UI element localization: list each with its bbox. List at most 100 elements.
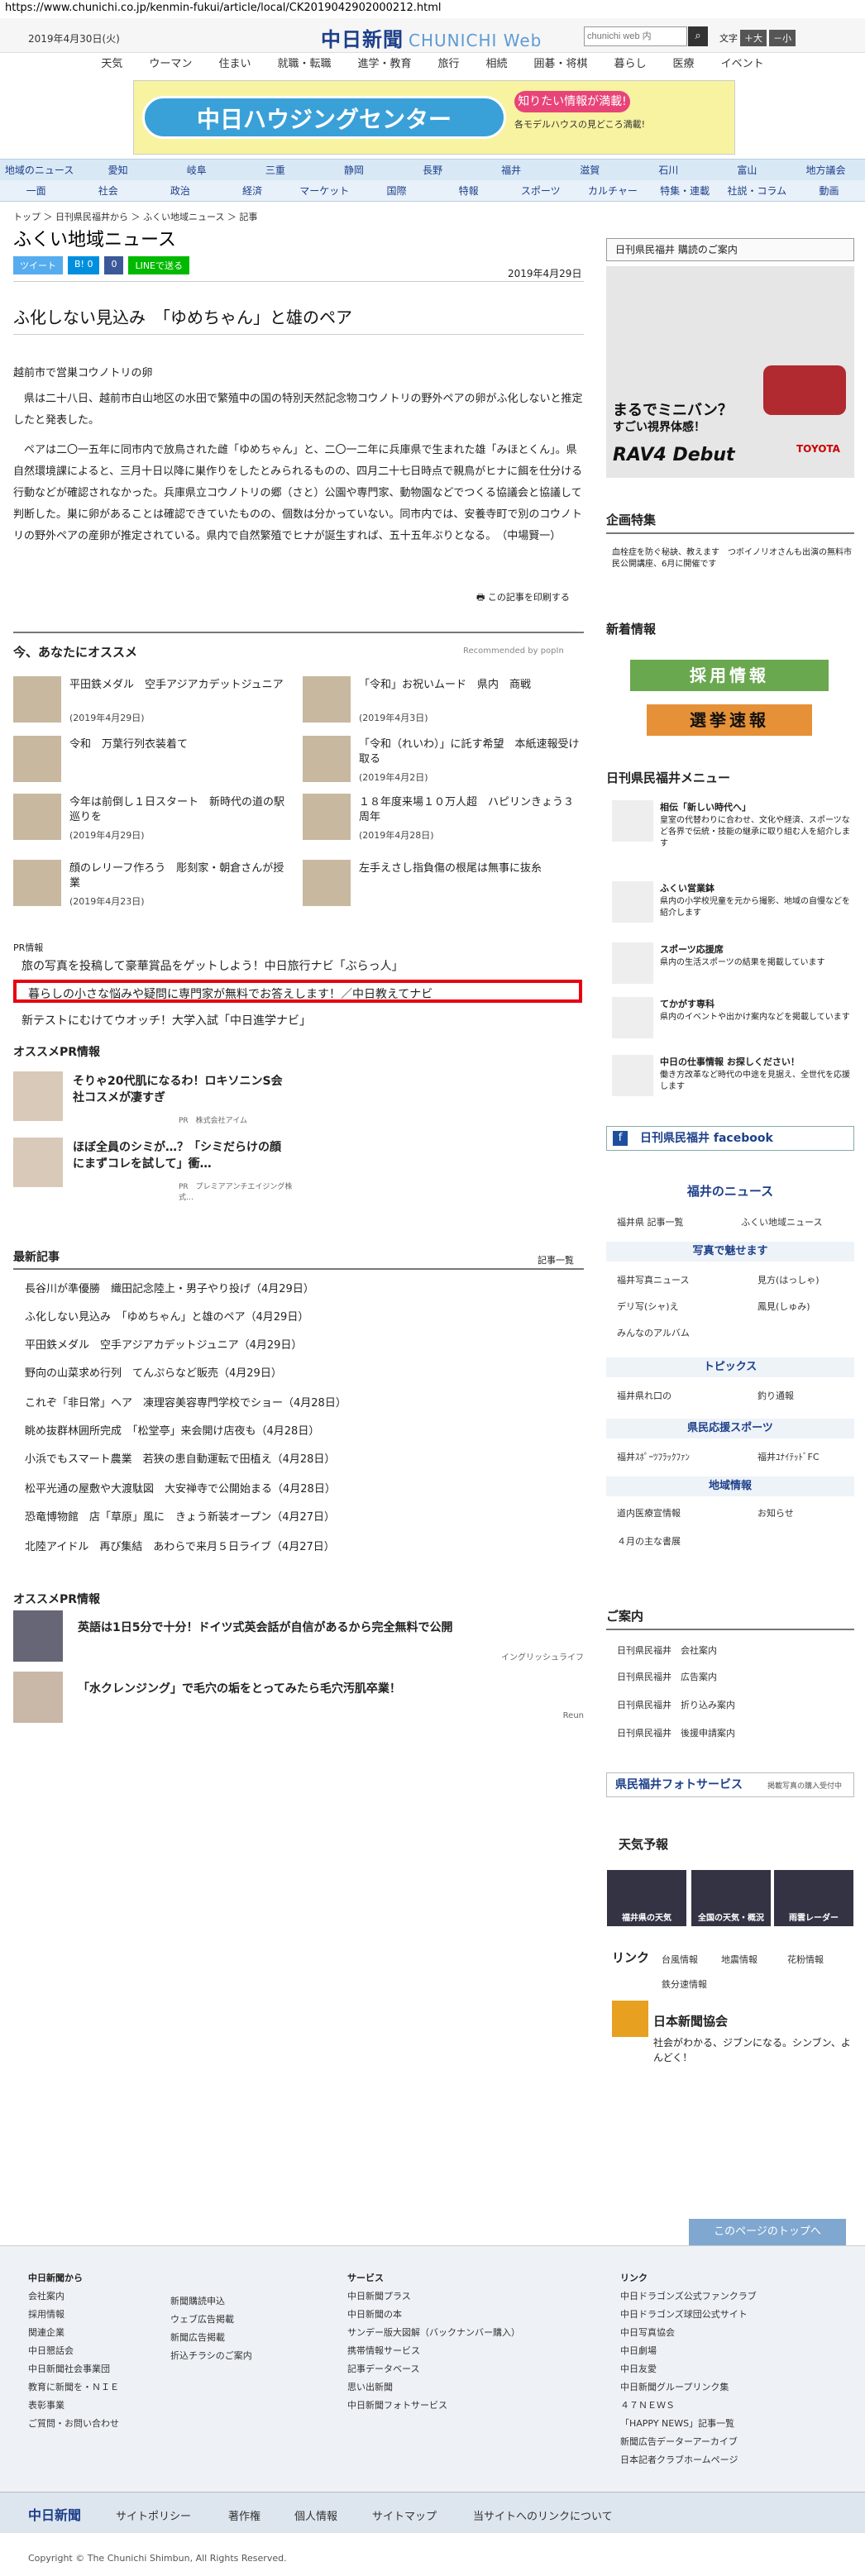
topnav-item[interactable]: 暮らし — [601, 53, 660, 73]
facebook-share-button[interactable]: 0 — [104, 256, 124, 274]
tweet-button[interactable]: ツイート — [13, 256, 63, 274]
print-link[interactable]: 🖶 この記事を印刷する — [476, 590, 570, 606]
category-item[interactable]: 特報 — [432, 180, 504, 201]
article-list-link[interactable]: 記事一覧 — [538, 1253, 574, 1267]
region-link[interactable]: お知らせ — [757, 1506, 794, 1519]
footer-link[interactable]: 記事データベース — [347, 2362, 419, 2375]
category-item[interactable]: 動画 — [793, 180, 865, 201]
menu-item[interactable]: 中日の仕事情報 お探しください！ 働き方改革など時代の中途を見据え、全世代を応援し… — [612, 1055, 852, 1104]
region-link[interactable]: 道内医療宣情報 — [617, 1506, 681, 1519]
topnav-item[interactable]: 医療 — [660, 53, 708, 73]
latest-item[interactable]: 野向の山菜求め行列 てんぷらなど販売（4月29日） — [25, 1364, 282, 1380]
footer-link[interactable]: 中日新聞の本 — [347, 2307, 402, 2321]
weather-national-link[interactable]: 全国の天気・概況 — [691, 1870, 771, 1926]
pollen-link[interactable]: 花粉情報 — [787, 1953, 824, 1966]
latest-item[interactable]: 平田鉄メダル 空手アジアカデットジュニア（4月29日） — [25, 1336, 302, 1352]
info-link[interactable]: 鉄分速情報 — [662, 1977, 707, 1991]
photo-link[interactable]: 福井写真ニュース — [617, 1273, 689, 1286]
category-item[interactable]: カルチャー — [576, 180, 648, 201]
footer-link[interactable]: 教育に新聞を・ＮＩＥ — [28, 2380, 119, 2393]
category-item[interactable]: マーケット — [289, 180, 361, 201]
footer-link[interactable]: 中日新聞フォトサービス — [347, 2398, 447, 2411]
footer-link[interactable]: 中日写真協会 — [620, 2326, 675, 2339]
footer-link[interactable]: 「HAPPY NEWS」記事一覧 — [620, 2416, 734, 2430]
fukui-link[interactable]: 福井県 記事一覧 — [617, 1215, 684, 1228]
region-link[interactable]: ４月の主な書展 — [617, 1534, 681, 1548]
footer-bar-link[interactable]: 個人情報 — [294, 2507, 337, 2523]
guide-link[interactable]: 日刊県民福井 後援申請案内 — [617, 1726, 735, 1739]
breadcrumb[interactable]: トップ ＞ 日刊県民福井から ＞ ふくい地域ニュース ＞ 記事 — [13, 210, 257, 223]
topnav-item[interactable]: 住まい — [205, 53, 264, 73]
reco-item[interactable]: 「令和（れいわ）」に託す希望 本紙速報受け取る (2019年4月2日) — [303, 736, 584, 783]
footer-link[interactable]: 新聞購読申込 — [170, 2294, 225, 2307]
reco-item[interactable]: １８年度来場１０万人超 ハピリンきょう３周年 (2019年4月28日) — [303, 794, 584, 841]
region-item[interactable]: 地域のニュース — [0, 160, 79, 180]
photo-link[interactable]: 見方(はっしゃ) — [757, 1273, 820, 1286]
category-item[interactable]: スポーツ — [504, 180, 576, 201]
topics-link[interactable]: 福井県れ口の — [617, 1389, 671, 1402]
category-item[interactable]: 経済 — [217, 180, 289, 201]
plan-item[interactable]: 血栓症を防ぐ秘訣、教えます つボイノリオさんも出演の無料市民公開講座、6月に開催… — [612, 547, 852, 570]
footer-link[interactable]: 携帯情報サービス — [347, 2344, 420, 2357]
reco-item[interactable]: 今年は前倒し１日スタート 新時代の道の駅巡りを (2019年4月29日) — [13, 794, 294, 841]
region-item[interactable]: 愛知 — [79, 160, 157, 180]
footer-bar-link[interactable]: 当サイトへのリンクについて — [473, 2507, 613, 2523]
category-item[interactable]: 政治 — [144, 180, 216, 201]
footer-link[interactable]: サンデー版大図解（バックナンバー購入） — [347, 2326, 520, 2339]
footer-link[interactable]: 中日新聞社会事業団 — [28, 2362, 110, 2375]
guide-link[interactable]: 日刊県民福井 会社案内 — [617, 1643, 717, 1657]
sports-link[interactable]: 福井ﾕﾅｲﾃｯﾄﾞFC — [757, 1450, 820, 1463]
region-item[interactable]: 石川 — [629, 160, 708, 180]
pr-recommend-item[interactable]: そりゃ20代肌になるわ！ロキソニンS会社コスメが凄すぎ PR 株式会社アイム — [13, 1071, 294, 1125]
latest-item[interactable]: 恐竜博物館 店「草原」風に きょう新装オープン（4月27日） — [25, 1508, 335, 1524]
footer-link[interactable]: 日本記者クラブホームページ — [620, 2453, 738, 2466]
footer-link[interactable]: 中日懇話会 — [28, 2344, 74, 2357]
font-smaller-button[interactable]: －小 — [769, 30, 796, 46]
pr-recommend-item[interactable]: 「水クレンジング」で毛穴の垢をとってみたら毛穴汚肌卒業！ Reun — [13, 1672, 584, 1728]
footer-link[interactable]: ご質問・お問い合わせ — [28, 2416, 119, 2430]
menu-item[interactable]: 相伝「新しい時代へ」 皇室の代替わりに合わせ、文化や経済、スポーツなど各界で伝統・… — [612, 800, 852, 850]
pr-link[interactable]: 暮らしの小さな悩みや疑問に専門家が無料でお答えします！／中日教えてナビ — [28, 985, 432, 1002]
fukui-link[interactable]: ふくい地域ニュース — [741, 1215, 822, 1228]
menu-item[interactable]: ふくい営業鉢 県内の小学校児童を元から撮影、地域の自慢などを紹介します — [612, 881, 852, 931]
pr-link[interactable]: 新テストにむけてウオッチ！大学入試「中日進学ナビ」 — [22, 1012, 311, 1028]
nsk-title[interactable]: 日本新聞協会 — [653, 2012, 728, 2030]
housing-banner-ad[interactable]: 中日ハウジングセンター 知りたい情報が満載! 各モデルハウスの見どころ満載! — [133, 80, 735, 155]
pr-recommend-item[interactable]: ほぼ全員のシミが…？「シミだらけの顔にまずコレを試して」衝… PR プレミアアンチ… — [13, 1138, 294, 1202]
region-item[interactable]: 富山 — [708, 160, 786, 180]
recruit-info-button[interactable]: 採用情報 — [630, 660, 829, 691]
back-to-top-button[interactable]: このページのトップへ — [689, 2219, 846, 2245]
footer-link[interactable]: 折込チラシのご案内 — [170, 2349, 252, 2362]
election-button[interactable]: 選挙速報 — [647, 704, 812, 736]
subscribe-link[interactable]: 日刊県民福井 購読のご案内 — [606, 238, 854, 261]
footer-logo[interactable]: 中日新聞 — [28, 2504, 81, 2524]
menu-item[interactable]: スポーツ応援席 県内の生活スポーツの結果を掲載しています — [612, 942, 852, 992]
reco-item[interactable]: 「令和」お祝いムード 県内 商戦 (2019年4月3日) — [303, 676, 584, 723]
topnav-item[interactable]: ウーマン — [136, 53, 205, 73]
photo-link[interactable]: みんなのアルバム — [617, 1326, 690, 1339]
footer-link[interactable]: 新聞広告データーアーカイブ — [620, 2435, 738, 2448]
latest-item[interactable]: これぞ「非日常」ヘア 凍理容美容専門学校でショー（4月28日） — [25, 1394, 346, 1410]
topnav-item[interactable]: 就職・転職 — [264, 53, 344, 73]
footer-link[interactable]: 中日新聞グループリンク集 — [620, 2380, 729, 2393]
facebook-link[interactable]: 日刊県民福井 facebook — [606, 1126, 854, 1151]
region-item[interactable]: 長野 — [393, 160, 471, 180]
region-item[interactable]: 岐阜 — [157, 160, 236, 180]
pr-recommend-item[interactable]: 英語は1日5分で十分！ドイツ式英会話が自信があるから完全無料で公開 イングリッシュ… — [13, 1610, 584, 1667]
search-input[interactable] — [584, 26, 687, 46]
region-item[interactable]: 滋賀 — [551, 160, 629, 180]
topnav-item[interactable]: 旅行 — [424, 53, 472, 73]
latest-item[interactable]: 北陸アイドル 再び集結 あわらで来月５日ライブ（4月27日） — [25, 1538, 335, 1553]
reco-item[interactable]: 顔のレリーフ作ろう 彫刻家・朝倉さんが授業 (2019年4月23日) — [13, 860, 294, 907]
footer-link[interactable]: ウェブ広告掲載 — [170, 2312, 234, 2326]
topnav-item[interactable]: 天気 — [88, 53, 136, 73]
region-item[interactable]: 静岡 — [314, 160, 393, 180]
footer-link[interactable]: 採用情報 — [28, 2307, 65, 2321]
pr-link[interactable]: 旅の写真を投稿して豪華賞品をゲットしよう！中日旅行ナビ「ぶらっ人」 — [22, 957, 404, 974]
latest-item[interactable]: 小浜でもスマート農業 若狭の患自動運転で田植え（4月28日） — [25, 1450, 335, 1466]
region-item[interactable]: 三重 — [236, 160, 314, 180]
region-item[interactable]: 福井 — [472, 160, 551, 180]
footer-link[interactable]: 思い出新聞 — [347, 2380, 393, 2393]
guide-link[interactable]: 日刊県民福井 広告案内 — [617, 1670, 717, 1683]
toyota-ad[interactable]: まるでミニバン？ すごい視界体感！ RAV4 Debut TOYOTA — [606, 266, 854, 478]
